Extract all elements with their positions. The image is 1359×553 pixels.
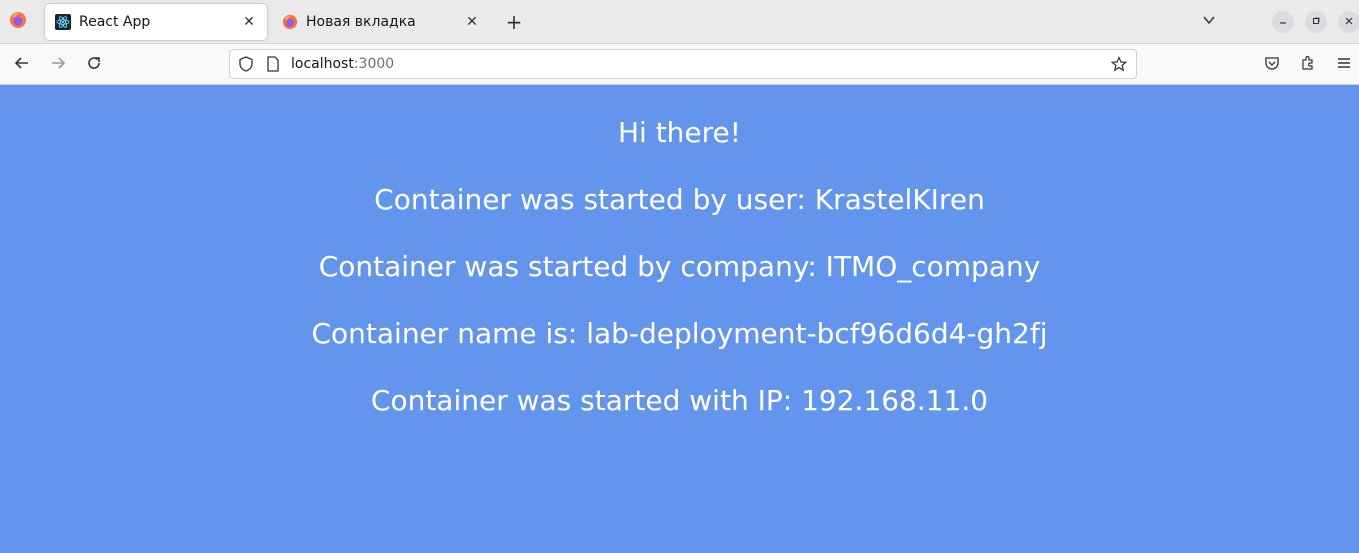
arrow-left-icon — [14, 55, 30, 75]
firefox-view-button[interactable] — [6, 10, 30, 34]
hamburger-menu-icon — [1336, 55, 1352, 75]
navigation-toolbar: localhost:3000 — [0, 44, 1359, 85]
chevron-down-icon — [1202, 12, 1216, 31]
container-ip-text: Container was started with IP: 192.168.1… — [370, 384, 989, 417]
tab-strip: React App ✕ Новая вкладка ✕ + — [0, 0, 1359, 44]
close-window-button[interactable] — [1338, 11, 1359, 33]
pocket-button[interactable] — [1260, 53, 1284, 77]
address-bar[interactable]: localhost:3000 — [229, 49, 1137, 79]
tab-new-tab[interactable]: Новая вкладка ✕ — [272, 4, 490, 40]
react-icon — [55, 14, 71, 30]
bookmark-star-icon[interactable] — [1109, 56, 1129, 72]
url-host: localhost — [291, 56, 354, 72]
user-info-text: Container was started by user: KrastelKI… — [374, 183, 985, 216]
close-tab-icon[interactable]: ✕ — [464, 14, 480, 30]
extensions-button[interactable] — [1296, 53, 1320, 77]
new-tab-button[interactable]: + — [502, 10, 526, 34]
reload-icon — [86, 55, 102, 75]
shield-icon[interactable] — [237, 56, 255, 72]
plus-icon: + — [505, 10, 523, 34]
minimize-icon — [1278, 16, 1288, 29]
reload-button[interactable] — [82, 53, 106, 77]
pocket-icon — [1264, 55, 1280, 75]
page-icon[interactable] — [265, 56, 281, 72]
restore-button[interactable] — [1305, 11, 1327, 33]
tab-react-app[interactable]: React App ✕ — [45, 4, 267, 40]
tab-title: Новая вкладка — [306, 14, 416, 30]
page-content: Hi there! Container was started by user:… — [0, 85, 1359, 553]
close-tab-icon[interactable]: ✕ — [241, 14, 257, 30]
firefox-icon — [9, 11, 27, 33]
browser-chrome: React App ✕ Новая вкладка ✕ + localhost:… — [0, 0, 1359, 85]
forward-button[interactable] — [46, 53, 70, 77]
greeting-text: Hi there! — [617, 116, 742, 149]
container-name-text: Container name is: lab-deployment-bcf96d… — [311, 317, 1048, 350]
back-button[interactable] — [10, 53, 34, 77]
minimize-button[interactable] — [1272, 11, 1294, 33]
url-text[interactable]: localhost:3000 — [291, 56, 1109, 72]
list-all-tabs-button[interactable] — [1198, 10, 1220, 32]
close-icon — [1344, 16, 1354, 29]
firefox-icon — [282, 14, 298, 30]
arrow-right-icon — [50, 55, 66, 75]
menu-button[interactable] — [1332, 53, 1356, 77]
tab-title: React App — [79, 14, 151, 30]
restore-icon — [1311, 16, 1321, 29]
company-info-text: Container was started by company: ITMO_c… — [318, 250, 1041, 283]
puzzle-icon — [1300, 55, 1316, 75]
url-port: :3000 — [353, 56, 395, 72]
